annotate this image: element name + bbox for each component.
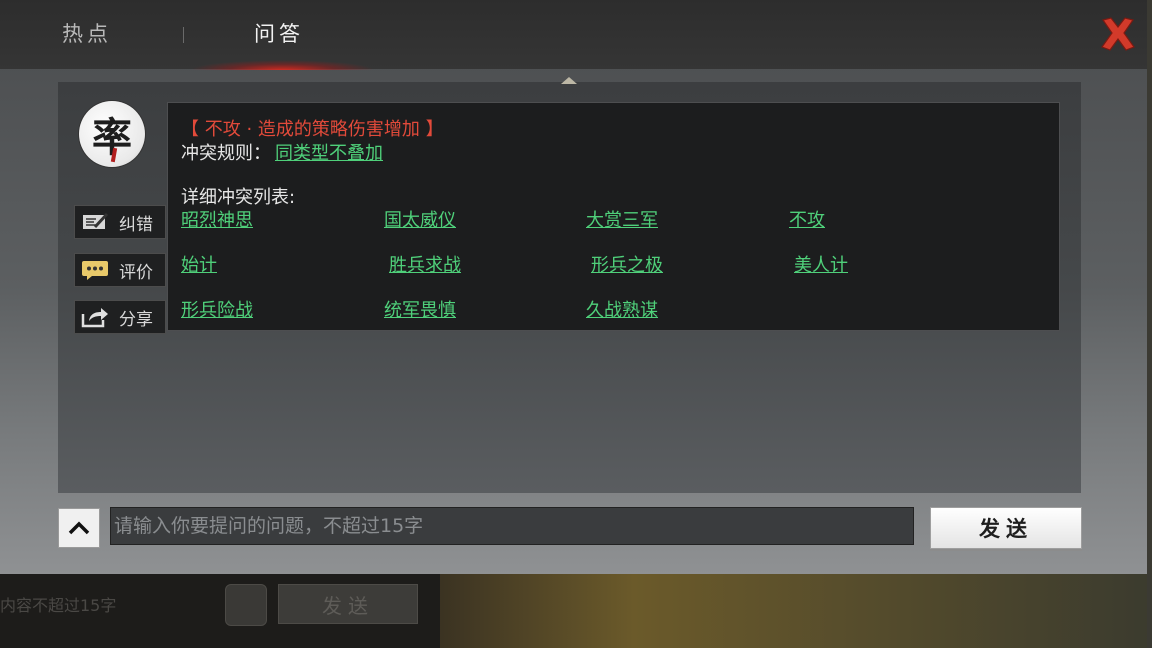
tab-divider: [183, 27, 184, 43]
edit-icon: [81, 211, 109, 233]
conflict-link[interactable]: 国太威仪: [384, 206, 456, 232]
tab-hot[interactable]: 热点: [62, 18, 112, 48]
expand-button[interactable]: [58, 508, 100, 548]
conflict-link[interactable]: 统军畏慎: [384, 296, 456, 322]
question-input[interactable]: [110, 507, 914, 545]
close-button[interactable]: [1098, 14, 1138, 54]
correct-button-label: 纠错: [119, 214, 153, 235]
share-button-label: 分享: [119, 309, 153, 330]
conflict-link[interactable]: 不攻: [789, 206, 825, 232]
rate-button[interactable]: 评价: [74, 253, 166, 287]
conflict-link[interactable]: 美人计: [794, 251, 848, 277]
comment-icon: [81, 259, 109, 281]
conflict-link[interactable]: 昭烈神思: [181, 206, 253, 232]
background-edge: [1147, 0, 1152, 648]
conflict-link[interactable]: 胜兵求战: [389, 251, 461, 277]
answer-title: 【 不攻 · 造成的策略伤害增加 】: [181, 119, 444, 140]
tab-bar: 热点 问答: [0, 0, 1147, 70]
conflict-link[interactable]: 形兵险战: [181, 296, 253, 322]
rate-button-label: 评价: [119, 262, 153, 283]
close-icon: [1101, 17, 1135, 51]
conflict-link[interactable]: 始计: [181, 251, 217, 277]
active-tab-indicator: [190, 60, 375, 70]
background-voice-icon: [225, 584, 267, 626]
conflict-link[interactable]: 久战熟谋: [586, 296, 658, 322]
chevron-up-icon: [68, 521, 90, 535]
tab-qa[interactable]: 问答: [254, 18, 304, 48]
conflict-rule-label: 冲突规则：: [181, 143, 271, 164]
background-ghost-text: 内容不超过15字: [0, 596, 117, 615]
conflict-link[interactable]: 大赏三军: [586, 206, 658, 232]
conflict-rule-link[interactable]: 同类型不叠加: [275, 139, 383, 165]
send-button[interactable]: 发送: [930, 507, 1082, 549]
qa-dialog: 热点 问答 率 纠错 评价 分享 【 不攻 · 造成的策略伤害增加 】 冲突规则…: [0, 0, 1147, 574]
share-icon: [81, 306, 109, 328]
conflict-link[interactable]: 形兵之极: [591, 251, 663, 277]
share-button[interactable]: 分享: [74, 300, 166, 334]
scroll-up-caret-icon: [561, 77, 577, 84]
correct-button[interactable]: 纠错: [74, 205, 166, 239]
background-send-button: 发送: [278, 584, 418, 624]
